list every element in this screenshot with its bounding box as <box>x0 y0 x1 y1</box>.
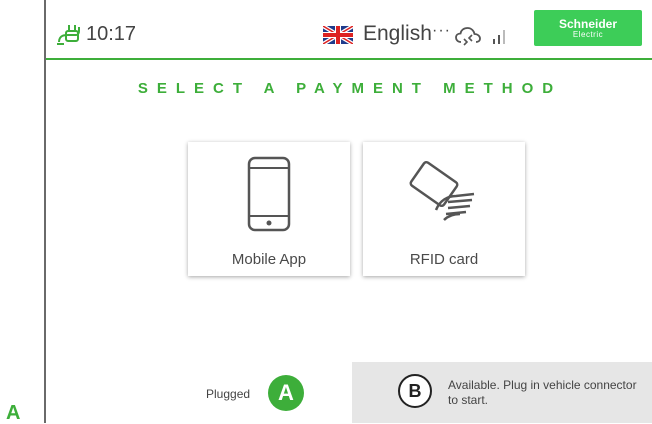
cloud-sync-icon <box>455 27 481 46</box>
clock: 10:17 <box>86 23 137 45</box>
status-bar: 10:17 English ··· Schneider Electric <box>46 0 652 60</box>
page-title: SELECT A PAYMENT METHOD <box>137 80 563 97</box>
mobile-app-option-button[interactable]: Mobile App <box>188 142 350 276</box>
schneider-electric-logo: Schneider Electric <box>534 10 642 46</box>
language-more-indicator[interactable]: ··· <box>432 22 451 40</box>
smartphone-icon <box>247 156 291 232</box>
charger-screen: 10:17 English ··· Schneider Electric SEL <box>44 0 652 423</box>
charging-plug-icon <box>57 25 80 45</box>
rfid-card-option-button[interactable]: RFID card <box>363 142 525 276</box>
connector-a-status: Plugged <box>206 387 251 401</box>
mobile-app-label: Mobile App <box>231 251 307 268</box>
language-selector[interactable]: English <box>363 22 432 46</box>
rfid-card-icon <box>409 160 475 221</box>
signal-strength-icon <box>493 30 505 44</box>
brand-subtitle: Electric <box>572 30 604 39</box>
connector-b-badge: B <box>398 374 432 408</box>
uk-flag-icon[interactable] <box>323 26 353 44</box>
connector-a-badge[interactable]: A <box>268 375 304 411</box>
connector-b-panel[interactable]: B Available. Plug in vehicle connector t… <box>352 362 652 423</box>
connector-a-edge-label: A <box>6 402 21 424</box>
connector-b-status: Available. Plug in vehicle connector to … <box>448 378 637 407</box>
rfid-card-label: RFID card <box>409 251 479 268</box>
brand-name: Schneider <box>558 17 618 31</box>
